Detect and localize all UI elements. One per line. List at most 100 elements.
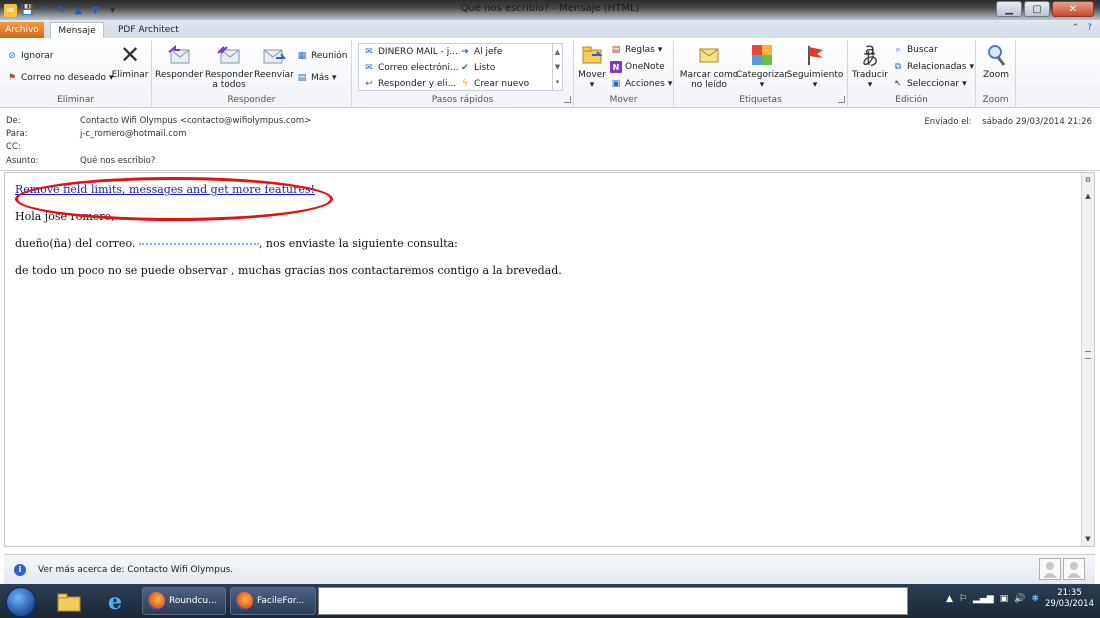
scroll-down-icon[interactable]: ▼ <box>555 63 560 71</box>
quickstep-correo-electronico[interactable]: ✉ Correo electróni... <box>363 62 458 74</box>
scroll-up-icon[interactable]: ▲ <box>555 48 560 56</box>
reglas-button[interactable]: ▤ Reglas ▾ <box>610 44 663 56</box>
device-icon[interactable]: ▣ <box>1000 594 1009 604</box>
chevron-down-icon: ▾ <box>657 45 663 55</box>
mail-icon: ✉ <box>365 47 373 57</box>
maximize-button[interactable]: ▢ <box>1024 1 1050 17</box>
chevron-down-icon: ▾ <box>867 80 873 90</box>
move-folder-icon <box>579 42 605 68</box>
taskbar-empty-area <box>318 587 908 615</box>
avatar[interactable] <box>1063 558 1085 580</box>
expand-gallery-icon[interactable]: ▾ <box>556 78 560 86</box>
seguimiento-button[interactable]: Seguimiento ▾ <box>787 42 843 90</box>
message-body[interactable]: Remove field limits, messages and get mo… <box>4 172 1095 547</box>
show-hidden-icons[interactable]: ▲ <box>946 594 953 604</box>
responder-todos-button[interactable]: Responder a todos <box>204 42 254 90</box>
options-icon[interactable]: ⚙ <box>1083 175 1093 185</box>
tab-archivo[interactable]: Archivo <box>0 22 44 38</box>
reply-icon <box>166 42 192 68</box>
seleccionar-button[interactable]: ↖ Seleccionar ▾ <box>892 78 966 90</box>
redo-icon[interactable]: ↻ <box>55 4 68 17</box>
quickstep-al-jefe[interactable]: ➜ Al jefe <box>459 46 502 58</box>
checkmark-icon: ✔ <box>461 63 469 73</box>
mover-button[interactable]: Mover ▾ <box>576 42 608 90</box>
network-icon[interactable]: ▂▄▆ <box>973 594 994 604</box>
tab-mensaje[interactable]: Mensaje <box>50 22 104 38</box>
taskbar: e Roundcu... FacileFor... ▲ ⚐ ▂▄▆ ▣ 🔊 ✱ … <box>0 584 1100 618</box>
scroll-down-arrow[interactable]: ▼ <box>1083 534 1093 544</box>
help-icon[interactable]: ? <box>1087 23 1092 33</box>
collapse-ribbon-icon[interactable]: ⌃ <box>1072 23 1080 33</box>
internet-explorer-icon[interactable]: e <box>96 588 134 616</box>
reunion-button[interactable]: ▦ Reunión <box>296 50 348 62</box>
up-arrow-icon[interactable]: ▲ <box>72 4 85 17</box>
marcar-no-leido-button[interactable]: Marcar como no leído <box>678 42 740 90</box>
quick-steps-scroll[interactable]: ▲ ▼ ▾ <box>552 44 562 90</box>
file-explorer-icon[interactable] <box>50 588 88 616</box>
start-button[interactable] <box>6 587 36 617</box>
chevron-down-icon: ▾ <box>589 80 595 90</box>
group-label-edicion: Edición <box>895 95 928 105</box>
flag-icon[interactable]: ⚐ <box>959 594 967 604</box>
body-line-1: dueño(ña) del correo. , nos enviaste la … <box>15 237 458 250</box>
customize-qat-icon[interactable]: ▾ <box>106 4 119 17</box>
chevron-down-icon: ▾ <box>667 79 673 89</box>
related-icon: ⧉ <box>894 62 902 72</box>
relacionadas-button[interactable]: ⧉ Relacionadas ▾ <box>892 61 974 73</box>
taskbar-app-roundcube[interactable]: Roundcu... <box>142 587 226 615</box>
ignorar-button[interactable]: ⊘ Ignorar <box>6 50 53 62</box>
quickstep-crear-nuevo[interactable]: ϟ Crear nuevo <box>459 78 529 90</box>
zoom-button[interactable]: Zoom <box>980 42 1012 80</box>
header-from: De: Contacto Wifi Olympus <contacto@wifi… <box>6 116 311 129</box>
clock[interactable]: 21:35 29/03/2014 <box>1045 588 1094 610</box>
message-content: Remove field limits, messages and get mo… <box>15 177 562 291</box>
close-button[interactable]: ✕ <box>1052 1 1094 17</box>
quickstep-responder-eliminar[interactable]: ↩ Responder y eli... <box>363 78 456 90</box>
mas-button[interactable]: ▤ Más ▾ <box>296 72 337 84</box>
ribbon: ⊘ Ignorar ⚑ Correo no deseado ▾ ✕ Elimin… <box>0 38 1100 108</box>
dialog-launcher-icon[interactable] <box>564 96 571 103</box>
minimize-button[interactable]: ▁ <box>996 1 1022 17</box>
taskbar-app-facileforms[interactable]: FacileFor... <box>230 587 316 615</box>
scroll-thumb[interactable] <box>1085 351 1091 359</box>
group-label-etiquetas: Etiquetas <box>739 95 782 105</box>
firefox-icon <box>147 592 165 610</box>
redacted-email <box>138 243 259 245</box>
subject: Qué nos escribio? <box>80 156 156 166</box>
reply-delete-icon: ↩ <box>365 79 373 89</box>
people-pane-text[interactable]: Ver más acerca de: Contacto Wifi Olympus… <box>38 565 233 575</box>
reenviar-button[interactable]: Reenviar <box>254 42 294 80</box>
undo-icon[interactable]: ↶ <box>38 4 51 17</box>
tab-pdf-architect[interactable]: PDF Architect <box>110 22 187 38</box>
quickstep-listo[interactable]: ✔ Listo <box>459 62 495 74</box>
ribbon-options: ⌃ ? <box>1072 23 1092 33</box>
chevron-down-icon: ▾ <box>331 73 337 83</box>
recipient[interactable]: j-c_romero@hotmail.com <box>80 129 186 142</box>
vertical-scrollbar[interactable]: ⚙ ▲ ▼ <box>1081 173 1094 546</box>
volume-icon[interactable]: 🔊 <box>1014 594 1025 604</box>
group-etiquetas: Marcar como no leído Categorizar ▾ Segui… <box>674 40 848 106</box>
onenote-button[interactable]: N OneNote <box>610 61 665 73</box>
buscar-button[interactable]: ⌕ Buscar <box>892 44 937 56</box>
save-icon[interactable]: 💾 <box>21 4 34 17</box>
categorizar-button[interactable]: Categorizar ▾ <box>736 42 788 90</box>
avatar[interactable] <box>1039 558 1061 580</box>
sender[interactable]: Contacto Wifi Olympus <contacto@wifiolym… <box>80 116 311 129</box>
responder-button[interactable]: Responder <box>155 42 203 80</box>
people-pane: i Ver más acerca de: Contacto Wifi Olymp… <box>4 554 1095 584</box>
quick-steps-gallery: ✉ DINERO MAIL - j... ✉ Correo electróni.… <box>358 43 563 91</box>
traducir-button[interactable]: aあ Traducir ▾ <box>850 42 890 91</box>
acciones-button[interactable]: ▣ Acciones ▾ <box>610 78 673 90</box>
unread-mail-icon <box>696 42 722 68</box>
promo-link[interactable]: Remove field limits, messages and get mo… <box>15 183 315 196</box>
more-icon: ▤ <box>297 73 307 83</box>
down-arrow-icon[interactable]: ▼ <box>89 4 102 17</box>
scroll-up-arrow[interactable]: ▲ <box>1083 191 1093 201</box>
junk-mail-icon: ⚑ <box>7 73 17 83</box>
bluetooth-icon[interactable]: ✱ <box>1031 594 1039 604</box>
quickstep-dinero-mail[interactable]: ✉ DINERO MAIL - j... <box>363 46 458 58</box>
eliminar-button[interactable]: ✕ Eliminar <box>112 42 149 80</box>
window-title: Qué nos escribio? - Mensaje (HTML) <box>460 3 640 14</box>
dialog-launcher-icon[interactable] <box>838 96 845 103</box>
correo-no-deseado-button[interactable]: ⚑ Correo no deseado ▾ <box>6 72 114 84</box>
